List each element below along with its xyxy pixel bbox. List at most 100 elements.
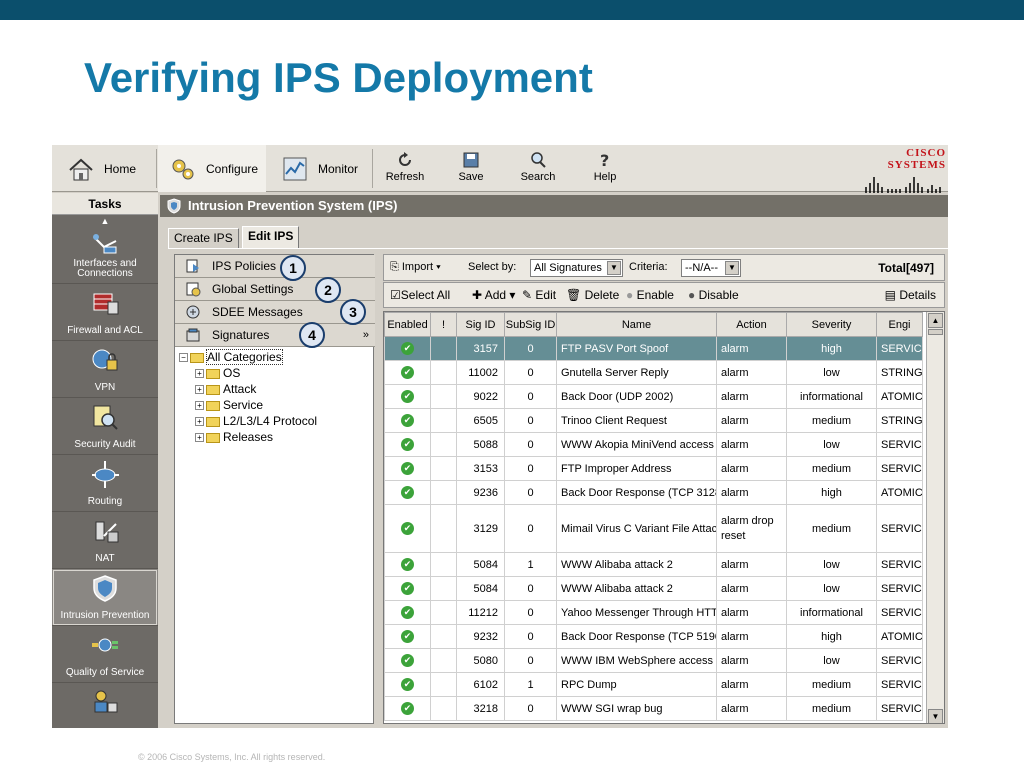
collapse-chevron-icon[interactable]: »	[363, 324, 369, 347]
enabled-check-icon[interactable]: ✔	[401, 486, 414, 499]
tab-edit-ips[interactable]: Edit IPS	[242, 226, 300, 248]
home-label: Home	[104, 161, 137, 176]
task-interfaces[interactable]: Interfaces and Connections	[52, 227, 158, 284]
select-by-dropdown[interactable]: All Signatures ▼	[530, 259, 623, 277]
enabled-check-icon[interactable]: ✔	[401, 462, 414, 475]
task-quality-of-service[interactable]: Quality of Service	[52, 626, 158, 683]
search-icon	[531, 152, 546, 168]
col-severity[interactable]: Severity	[786, 312, 877, 337]
table-row[interactable]: ✔ 6102 1 RPC Dump alarm medium SERVIC	[384, 672, 923, 697]
criteria-dropdown[interactable]: --N/A-- ▼	[681, 259, 741, 277]
table-row[interactable]: ✔ 11212 0 Yahoo Messenger Through HTTP alarm…	[384, 600, 923, 625]
col-enabled[interactable]: Enabled	[384, 312, 431, 337]
select-all-button[interactable]: ☑Select All	[390, 288, 450, 302]
cell-subsig-id: 0	[504, 360, 557, 385]
cell-action: alarm	[716, 360, 787, 385]
enabled-check-icon[interactable]: ✔	[401, 702, 414, 715]
tree-node-service[interactable]: + Service	[195, 397, 263, 413]
table-row[interactable]: ✔ 9022 0 Back Door (UDP 2002) alarm informati…	[384, 384, 923, 409]
task-more[interactable]	[52, 683, 158, 728]
import-button[interactable]: ⎘ Import ▾	[390, 261, 441, 274]
enabled-check-icon[interactable]: ✔	[401, 342, 414, 355]
enabled-check-icon[interactable]: ✔	[401, 678, 414, 691]
enabled-check-icon[interactable]: ✔	[401, 366, 414, 379]
task-vpn[interactable]: VPN	[52, 341, 158, 398]
cell-severity: medium	[786, 696, 877, 721]
table-row[interactable]: ✔ 11002 0 Gnutella Server Reply alarm low STRI…	[384, 360, 923, 385]
enabled-check-icon[interactable]: ✔	[401, 558, 414, 571]
delete-button[interactable]: 🗑 Delete	[566, 288, 619, 302]
expand-icon[interactable]: +	[195, 401, 204, 411]
add-button[interactable]: ✚ Add ▾	[472, 288, 515, 302]
table-row[interactable]: ✔ 9236 0 Back Door Response (TCP 3128) alarm…	[384, 480, 923, 505]
tree-node-releases[interactable]: + Releases	[195, 429, 273, 445]
table-row[interactable]: ✔ 9232 0 Back Door Response (TCP 5190) alarm…	[384, 624, 923, 649]
col-alert[interactable]: !	[430, 312, 457, 337]
cell-alert	[430, 696, 457, 721]
add-icon: ✚	[472, 288, 485, 302]
col-subsig-id[interactable]: SubSig ID	[504, 312, 557, 337]
nav-ips-policies[interactable]: IPS Policies	[175, 255, 375, 278]
table-row[interactable]: ✔ 5084 1 WWW Alibaba attack 2 alarm low SERVIC	[384, 552, 923, 577]
task-routing[interactable]: Routing	[52, 455, 158, 512]
table-body: ✔ 3157 0 FTP PASV Port Spoof alarm high SERVIC…	[384, 336, 923, 721]
home-button[interactable]: Home	[66, 145, 156, 192]
tree-node-os[interactable]: + OS	[195, 365, 240, 381]
task-nat[interactable]: NAT	[52, 512, 158, 569]
enabled-check-icon[interactable]: ✔	[401, 390, 414, 403]
refresh-button[interactable]: Refresh	[380, 151, 430, 183]
expand-icon[interactable]: +	[195, 385, 204, 395]
col-action[interactable]: Action	[716, 312, 787, 337]
nav-global-settings[interactable]: Global Settings	[175, 278, 375, 301]
tasks-scroll-up[interactable]: ▲	[52, 215, 158, 227]
edit-button[interactable]: ✎ Edit	[522, 288, 556, 302]
task-firewall[interactable]: Firewall and ACL	[52, 284, 158, 341]
table-row[interactable]: ✔ 3157 0 FTP PASV Port Spoof alarm high SERVIC	[384, 336, 923, 361]
table-row[interactable]: ✔ 6505 0 Trinoo Client Request alarm medium ST…	[384, 408, 923, 433]
enabled-check-icon[interactable]: ✔	[401, 606, 414, 619]
nav-signatures[interactable]: Signatures »	[175, 324, 375, 347]
table-row[interactable]: ✔ 5080 0 WWW IBM WebSphere access alarm low SE…	[384, 648, 923, 673]
shield-icon	[167, 198, 181, 214]
cell-engine: SERVIC	[876, 456, 923, 481]
table-row[interactable]: ✔ 3218 0 WWW SGI wrap bug alarm medium SERVIC	[384, 696, 923, 721]
disable-icon: ●	[688, 288, 699, 302]
vertical-scrollbar[interactable]: ▲ ▼	[926, 312, 944, 723]
col-sig-id[interactable]: Sig ID	[456, 312, 505, 337]
tree-node-attack[interactable]: + Attack	[195, 381, 256, 397]
enabled-check-icon[interactable]: ✔	[401, 438, 414, 451]
tree-node-protocol[interactable]: + L2/L3/L4 Protocol	[195, 413, 317, 429]
expand-icon[interactable]: +	[195, 417, 204, 427]
enabled-check-icon[interactable]: ✔	[401, 654, 414, 667]
enable-button[interactable]: ● Enable	[626, 288, 674, 302]
expand-icon[interactable]: +	[195, 369, 204, 379]
configure-button[interactable]: Configure	[158, 145, 266, 192]
table-row[interactable]: ✔ 3153 0 FTP Improper Address alarm medium SER…	[384, 456, 923, 481]
enabled-check-icon[interactable]: ✔	[401, 582, 414, 595]
tree-node-root[interactable]: − All Categories	[179, 349, 283, 365]
save-button[interactable]: Save	[446, 151, 496, 183]
enabled-check-icon[interactable]: ✔	[401, 414, 414, 427]
select-by-value: All Signatures	[534, 262, 602, 274]
task-intrusion-prevention[interactable]: Intrusion Prevention	[52, 569, 158, 626]
task-security-audit[interactable]: Security Audit	[52, 398, 158, 455]
monitor-button[interactable]: Monitor	[280, 145, 372, 192]
expand-icon[interactable]: +	[195, 433, 204, 443]
col-name[interactable]: Name	[556, 312, 717, 337]
scroll-down-icon[interactable]: ▼	[928, 709, 943, 723]
table-row[interactable]: ✔ 5088 0 WWW Akopia MiniVend access alarm low…	[384, 432, 923, 457]
search-button[interactable]: Search	[513, 151, 563, 183]
help-button[interactable]: ? Help	[580, 151, 630, 183]
tab-create-ips[interactable]: Create IPS	[168, 228, 239, 248]
table-row[interactable]: ✔ 5084 0 WWW Alibaba attack 2 alarm low SERVIC	[384, 576, 923, 601]
scroll-thumb[interactable]	[928, 329, 943, 335]
details-button[interactable]: ▤ Details	[885, 288, 936, 302]
col-engine[interactable]: Engi	[876, 312, 923, 337]
enabled-check-icon[interactable]: ✔	[401, 522, 414, 535]
collapse-icon[interactable]: −	[179, 353, 188, 363]
enabled-check-icon[interactable]: ✔	[401, 630, 414, 643]
cell-name: FTP PASV Port Spoof	[556, 336, 717, 361]
table-row[interactable]: ✔ 3129 0 Mimail Virus C Variant File Attach…	[384, 504, 923, 553]
disable-button[interactable]: ● Disable	[688, 288, 739, 302]
scroll-up-icon[interactable]: ▲	[928, 313, 943, 328]
